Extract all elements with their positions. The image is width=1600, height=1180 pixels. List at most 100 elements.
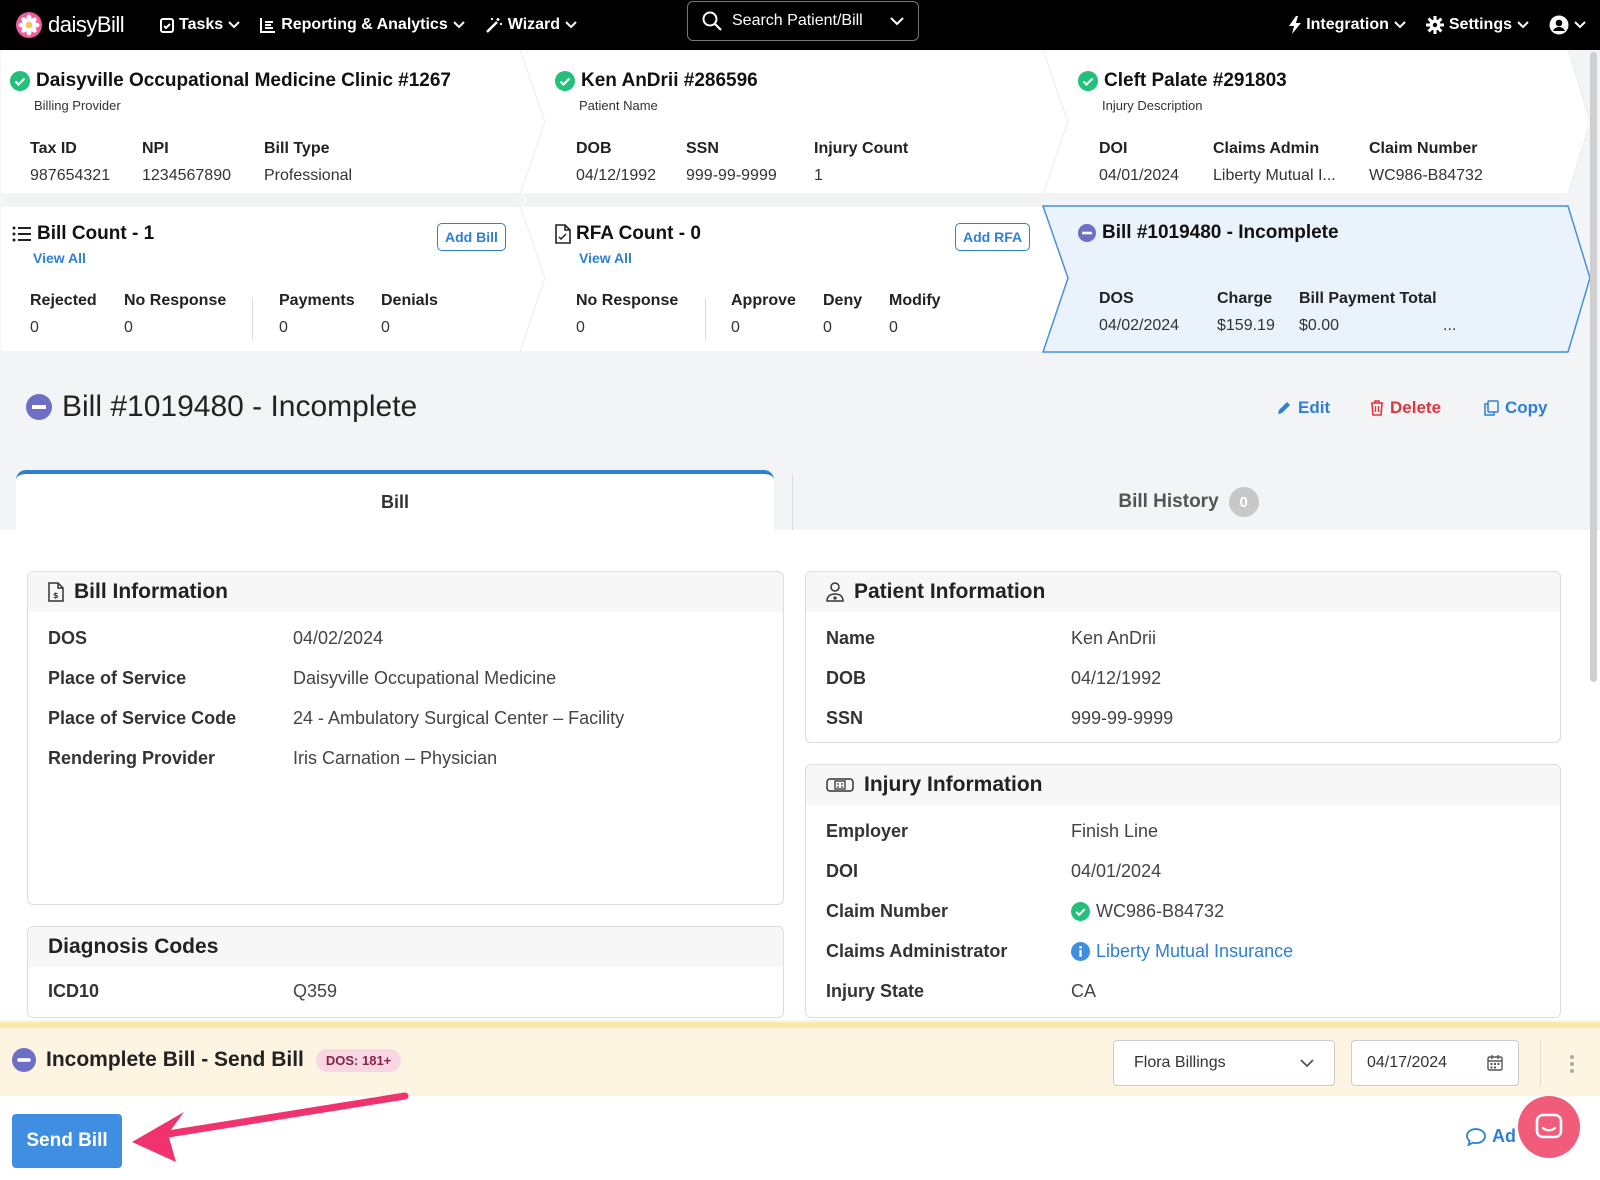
nav-settings[interactable]: Settings [1425, 16, 1529, 34]
tax-id-label: Tax ID [30, 140, 77, 157]
nav-account[interactable] [1549, 15, 1586, 35]
patient-ssn-label: SSN [686, 140, 719, 157]
check-circle-icon [1078, 71, 1098, 91]
assignee-value: Flora Billings [1134, 1054, 1226, 1071]
modify-value: 0 [889, 319, 898, 336]
dos-badge: DOS: 181+ [315, 1048, 402, 1072]
scrollbar[interactable] [1590, 52, 1597, 682]
add-note-link[interactable]: Ad [1466, 1126, 1516, 1147]
row-value: WC986-B84732 [1071, 901, 1224, 922]
diagnosis-title: Diagnosis Codes [48, 935, 219, 958]
row-label: SSN [826, 708, 864, 728]
injury-count-label: Injury Count [814, 140, 909, 157]
injury-card-title[interactable]: Cleft Palate #291803 [1078, 70, 1287, 92]
nav-wizard[interactable]: Wizard [485, 16, 577, 34]
billing-provider-title[interactable]: Daisyville Occupational Medicine Clinic … [10, 70, 451, 92]
nav-settings-label: Settings [1448, 16, 1512, 33]
rejected-label: Rejected [30, 292, 97, 309]
delete-label: Delete [1390, 398, 1442, 417]
bill-count-text: Bill Count - 1 [37, 223, 155, 244]
claims-administrator-link[interactable]: Liberty Mutual Insurance [1071, 941, 1293, 962]
logo-text: daisyBill [48, 12, 125, 37]
rejected-value: 0 [30, 319, 39, 336]
nav-tasks[interactable]: Tasks [160, 16, 240, 34]
bill-card-name: Bill #1019480 - Incomplete [1102, 222, 1339, 243]
bill-card-title[interactable]: Bill #1019480 - Incomplete [1078, 222, 1339, 244]
nav-right: Integration Settings [1269, 0, 1586, 50]
add-rfa-button[interactable]: Add RFA [955, 223, 1031, 251]
assignee-select[interactable]: Flora Billings [1113, 1040, 1335, 1086]
charge-value: $159.19 [1217, 317, 1275, 334]
injury-information-panel: Injury Information Employer Finish Line D… [805, 764, 1561, 1018]
claims-admin-value: Liberty Mutual I... [1213, 167, 1336, 184]
injury-count-value: 1 [814, 167, 823, 184]
kebab-menu-icon[interactable] [1569, 1054, 1575, 1074]
tab-bill-history[interactable]: Bill History 0 [792, 474, 1584, 530]
payment-total-label: Bill Payment Total [1299, 290, 1437, 307]
rfa-count-title: RFA Count - 0 [555, 223, 701, 245]
edit-button[interactable]: Edit [1276, 398, 1330, 418]
panel-header: Diagnosis Codes [28, 927, 783, 967]
patient-dob-value: 04/12/1992 [576, 167, 657, 184]
doi-value: 04/01/2024 [1099, 167, 1180, 184]
row-value: Iris Carnation – Physician [293, 748, 498, 768]
row-label: DOI [826, 861, 859, 881]
chevron-down-icon [228, 21, 240, 29]
chat-icon [1535, 1113, 1563, 1139]
row-label: Injury State [826, 981, 925, 1001]
send-date-input[interactable]: 04/17/2024 [1351, 1040, 1519, 1086]
copy-label: Copy [1505, 398, 1548, 417]
npi-value: 1234567890 [142, 167, 231, 184]
divider [705, 298, 706, 340]
deny-label: Deny [823, 292, 863, 309]
chat-launcher[interactable] [1518, 1096, 1580, 1158]
diagnosis-row: ICD10 Q359 [48, 981, 337, 1002]
approve-value: 0 [731, 319, 740, 336]
chevron-down-icon [890, 16, 904, 25]
nav-reporting-label: Reporting & Analytics [281, 16, 448, 33]
daisybill-logo[interactable]: daisyBill [16, 12, 140, 38]
document-icon [555, 224, 571, 244]
payments-label: Payments [279, 292, 355, 309]
patient-card-title[interactable]: Ken AnDrii #286596 [555, 70, 758, 92]
daisy-icon [16, 12, 42, 38]
send-bill-button[interactable]: Send Bill [12, 1114, 122, 1168]
bill-info-row-provider: Rendering Provider Iris Carnation – Physi… [48, 748, 497, 769]
bandage-icon [826, 778, 854, 792]
add-bill-button[interactable]: Add Bill [437, 223, 506, 251]
nav-reporting[interactable]: Reporting & Analytics [260, 16, 465, 34]
injury-card-subtitle: Injury Description [1102, 98, 1203, 113]
row-value: Ken AnDrii [1071, 628, 1157, 648]
more-ellipsis: ... [1443, 317, 1457, 334]
charge-label: Charge [1217, 290, 1273, 307]
claim-number-text: WC986-B84732 [1096, 901, 1225, 921]
search-label: Search Patient/Bill [732, 12, 863, 29]
panel-header: Injury Information [806, 765, 1560, 805]
injury-info-row-state: Injury State CA [826, 981, 1096, 1002]
chevron-down-icon [565, 21, 577, 29]
panel-header: Patient Information [806, 572, 1560, 612]
calendar-icon [1487, 1055, 1503, 1071]
chevron-down-icon [1574, 21, 1586, 29]
no-response-value: 0 [124, 319, 133, 336]
injury-info-row-doi: DOI 04/01/2024 [826, 861, 1161, 882]
history-count-badge: 0 [1228, 487, 1259, 517]
claims-admin-label: Claims Admin [1213, 140, 1320, 157]
bill-view-all-link[interactable]: View All [33, 250, 86, 266]
tab-bill[interactable]: Bill [16, 470, 774, 530]
copy-button[interactable]: Copy [1484, 398, 1548, 418]
nav-integration[interactable]: Integration [1289, 16, 1406, 34]
delete-button[interactable]: Delete [1370, 398, 1441, 418]
rfa-view-all-link[interactable]: View All [579, 250, 632, 266]
send-bill-title: Incomplete Bill - Send Bill DOS: 181+ [12, 1048, 402, 1072]
patient-dob-label: DOB [576, 140, 612, 157]
injury-info-row-employer: Employer Finish Line [826, 821, 1158, 842]
search-patient-bill[interactable]: Search Patient/Bill [687, 1, 919, 41]
injury-info-row-claims-admin: Claims Administrator Liberty Mutual Insu… [826, 941, 1293, 962]
chevron-down-icon [453, 21, 465, 29]
send-date-value: 04/17/2024 [1367, 1054, 1448, 1071]
approve-label: Approve [731, 292, 796, 309]
patient-info-row-dob: DOB 04/12/1992 [826, 668, 1161, 689]
payments-value: 0 [279, 319, 288, 336]
billing-provider-subtitle: Billing Provider [34, 98, 121, 113]
